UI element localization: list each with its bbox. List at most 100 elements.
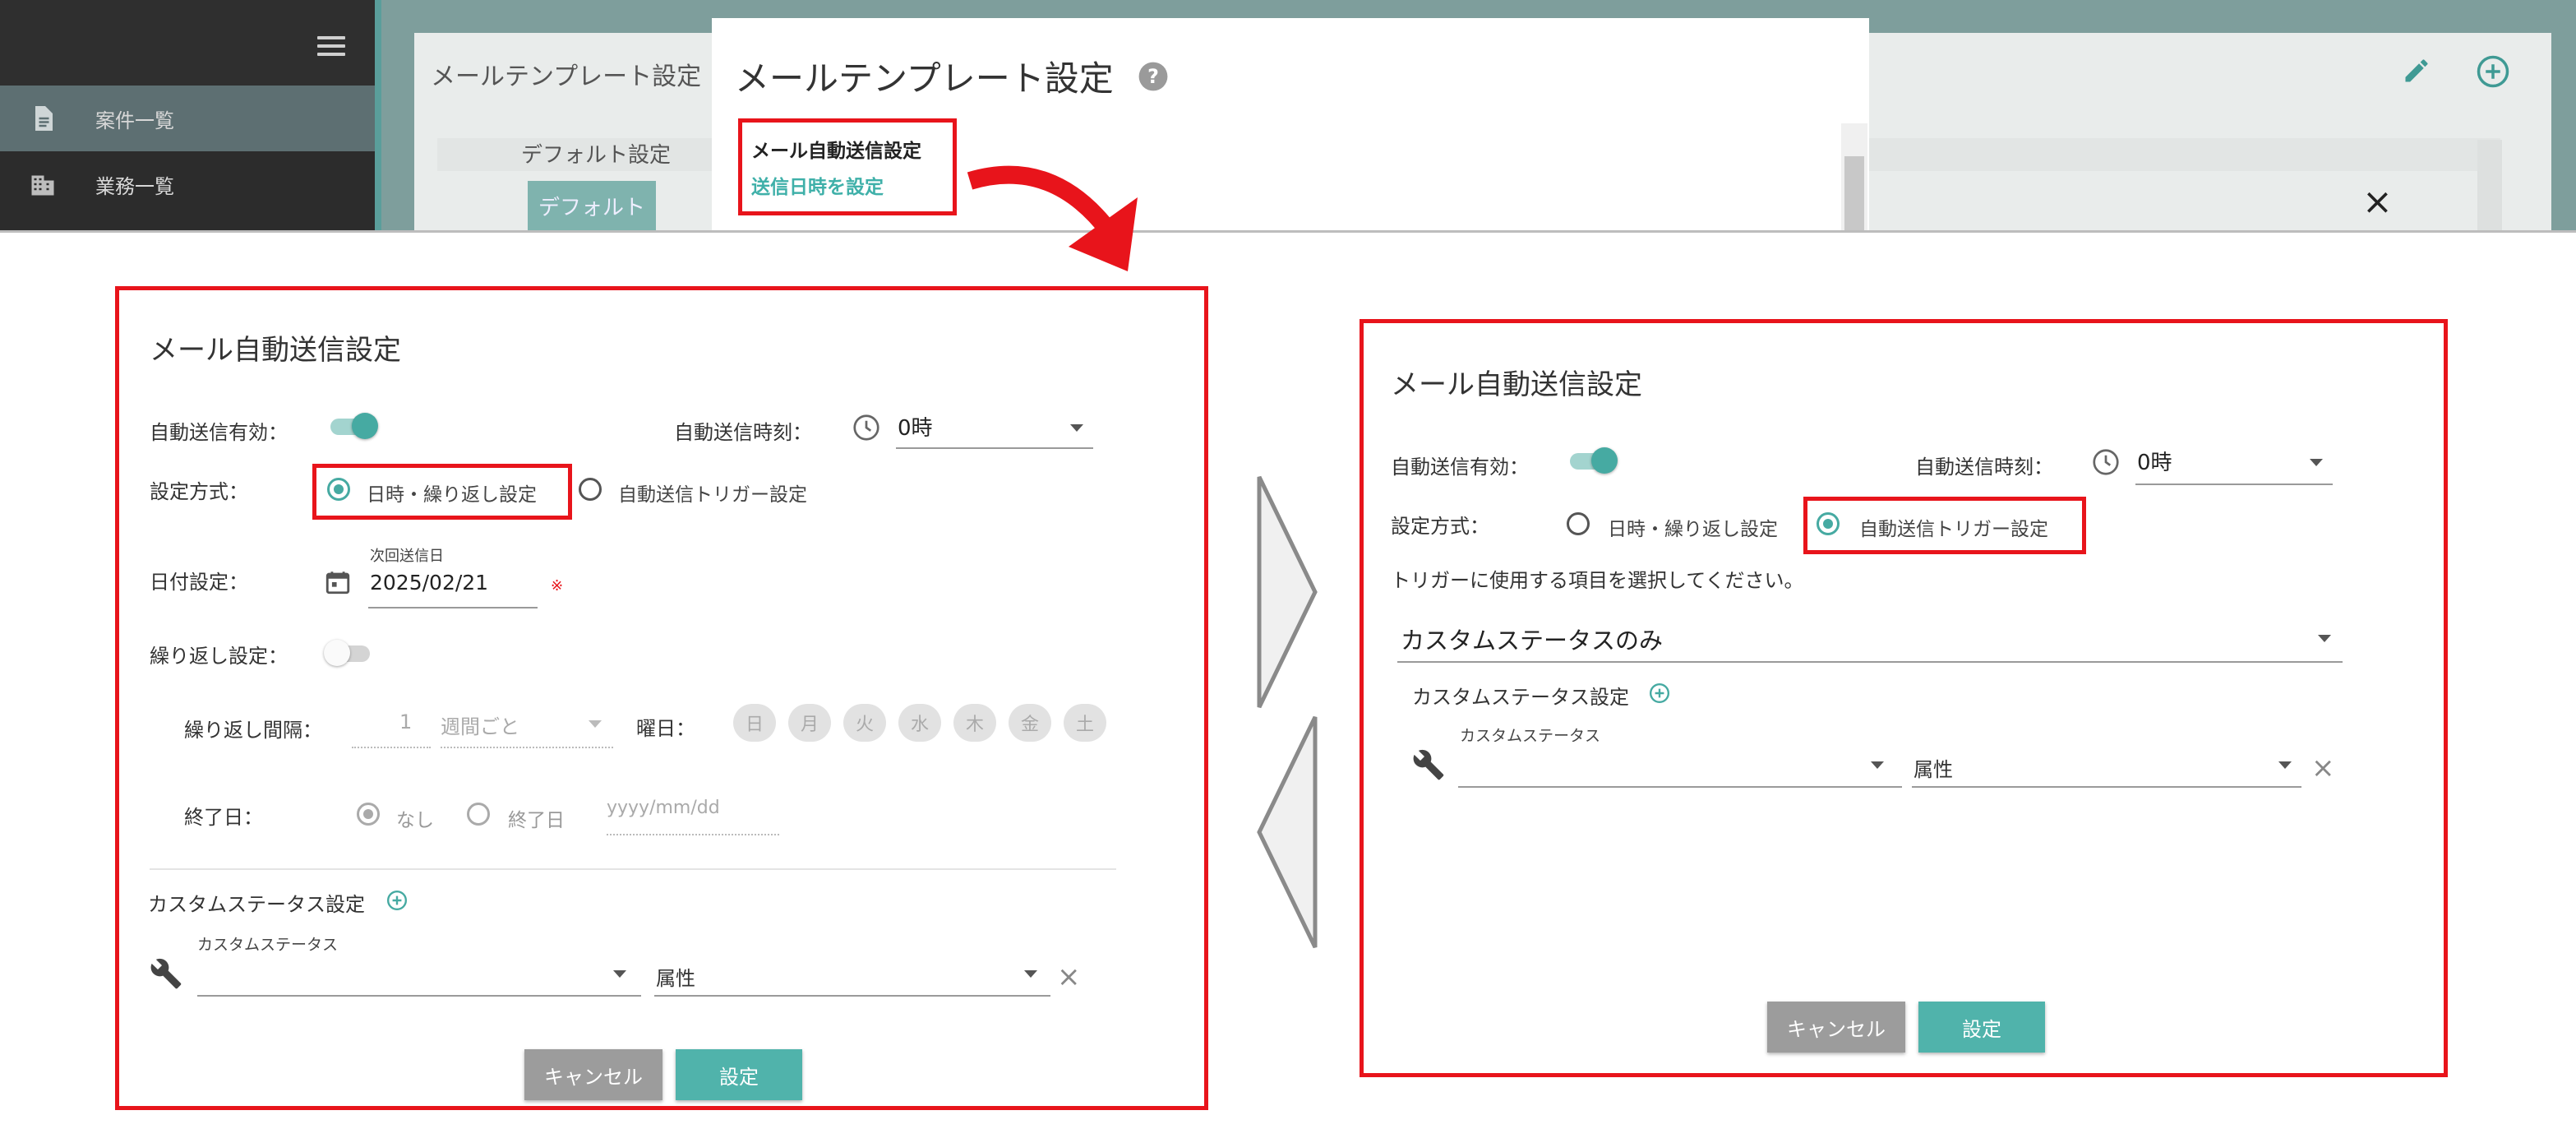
sidebar-item-label: 業務一覧 — [95, 174, 174, 198]
strip-divider — [0, 230, 2576, 233]
trigger-select-underline — [1397, 661, 2343, 663]
custom-status-field-label: カスタムステータス — [1460, 727, 1601, 745]
repeat-interval-label: 繰り返し間隔： — [184, 719, 322, 742]
svg-text:?: ? — [1147, 65, 1159, 88]
close-icon[interactable]: × — [1057, 960, 1081, 993]
time-select-underline — [2135, 484, 2333, 485]
time-select-underline — [896, 447, 1093, 449]
arrow-left-icon — [1257, 715, 1318, 949]
chevron-down-icon[interactable] — [2318, 635, 2331, 642]
auto-send-enabled-label: 自動送信有効： — [150, 421, 288, 444]
chevron-down-icon[interactable] — [613, 970, 626, 978]
attribute-select-underline — [654, 995, 1050, 997]
pencil-icon[interactable] — [2402, 56, 2431, 86]
auto-send-time-value[interactable]: 0時 — [898, 411, 933, 442]
curved-arrow-icon — [967, 165, 1138, 271]
option-trigger-label: 自動送信トリガー設定 — [618, 484, 807, 506]
weekday-label: 曜日： — [636, 717, 695, 740]
next-send-date-label: 次回送信日 — [370, 548, 444, 565]
chevron-down-icon[interactable] — [2278, 761, 2292, 769]
modal-title: メールテンプレート設定 — [735, 58, 1114, 99]
radio-end-none[interactable] — [357, 803, 380, 826]
repeat-interval-input[interactable]: 1 — [399, 710, 412, 733]
repeat-setting-label: 繰り返し設定： — [150, 645, 288, 668]
weekday-fri[interactable]: 金 — [1009, 704, 1051, 742]
custom-status-select-underline[interactable] — [197, 995, 641, 997]
help-icon[interactable]: ? — [1138, 61, 1169, 92]
sidebar-item-cases[interactable]: 案件一覧 — [0, 86, 375, 151]
clock-icon — [852, 413, 881, 442]
sidebar-item-label: 案件一覧 — [95, 109, 174, 132]
next-send-date-input[interactable]: 2025/02/21 — [370, 571, 488, 595]
chevron-down-icon[interactable] — [1070, 424, 1083, 432]
section-divider — [150, 868, 1116, 870]
radio-end-date[interactable] — [467, 803, 490, 826]
chevron-down-icon[interactable] — [1871, 761, 1884, 769]
custom-status-title: カスタムステータス設定 — [1412, 686, 1629, 709]
attribute-select[interactable]: 属性 — [656, 962, 695, 991]
auto-send-time-value[interactable]: 0時 — [2137, 446, 2172, 476]
table-scrollbar[interactable] — [2477, 140, 2502, 232]
method-label: 設定方式： — [150, 480, 248, 503]
cancel-button[interactable]: キャンセル — [1767, 1002, 1905, 1053]
radio-trigger[interactable] — [1817, 512, 1840, 535]
arrow-right-icon — [1257, 475, 1318, 709]
option-datetime-label: 日時・繰り返し設定 — [1608, 519, 1778, 540]
nav-highlight-box — [738, 118, 957, 215]
auto-send-time-label: 自動送信時刻： — [674, 421, 812, 444]
chevron-down-icon[interactable] — [589, 720, 602, 728]
radio-datetime-repeat[interactable] — [327, 478, 350, 501]
weekday-tue[interactable]: 火 — [843, 704, 886, 742]
weekday-sun[interactable]: 日 — [733, 704, 776, 742]
nav-section-title: メール自動送信設定 — [751, 141, 921, 162]
submit-button[interactable]: 設定 — [676, 1049, 802, 1100]
default-column-header: デフォルト設定 — [521, 143, 672, 168]
add-circle-icon[interactable] — [2476, 54, 2510, 89]
clock-icon — [2091, 447, 2121, 477]
custom-status-select-underline[interactable] — [1458, 786, 1902, 788]
weekday-mon[interactable]: 月 — [788, 704, 831, 742]
end-date-label: 終了日： — [184, 806, 263, 829]
hamburger-menu-icon[interactable] — [317, 36, 345, 56]
attribute-select-underline — [1912, 786, 2301, 788]
nav-link-send-datetime[interactable]: 送信日時を設定 — [751, 171, 884, 199]
end-date-underline — [607, 834, 779, 835]
weekday-thu[interactable]: 木 — [953, 704, 996, 742]
auto-send-enabled-toggle[interactable] — [327, 413, 378, 439]
chevron-down-icon[interactable] — [2310, 459, 2323, 466]
end-date-input[interactable]: yyyy/mm/dd — [607, 798, 720, 818]
calendar-icon[interactable] — [324, 567, 352, 597]
sidebar-item-tasks[interactable]: 業務一覧 — [0, 151, 375, 217]
radio-datetime-repeat[interactable] — [1567, 512, 1590, 535]
close-icon[interactable]: × — [2362, 181, 2393, 223]
option-datetime-label: 日時・繰り返し設定 — [367, 484, 537, 506]
repeat-toggle[interactable] — [324, 640, 373, 666]
add-circle-icon[interactable] — [386, 890, 408, 911]
document-icon — [28, 103, 58, 134]
attribute-select[interactable]: 属性 — [1914, 753, 1953, 782]
chevron-down-icon[interactable] — [1024, 970, 1037, 978]
date-setting-label: 日付設定： — [150, 571, 248, 594]
radio-trigger[interactable] — [579, 478, 602, 501]
repeat-unit-select[interactable]: 週間ごと — [441, 710, 519, 739]
building-icon — [28, 169, 58, 200]
auto-send-enabled-label: 自動送信有効： — [1391, 456, 1529, 479]
custom-status-field-label: カスタムステータス — [197, 936, 339, 954]
auto-send-time-label: 自動送信時刻： — [1915, 456, 2053, 479]
wrench-icon — [1412, 748, 1445, 781]
default-button[interactable]: デフォルト — [528, 181, 656, 230]
trigger-select[interactable]: カスタムステータスのみ — [1401, 622, 1663, 656]
end-date-option-label: 終了日 — [508, 810, 565, 831]
panel-title: メール自動送信設定 — [1391, 368, 1642, 401]
close-icon[interactable]: × — [2311, 752, 2335, 784]
weekday-wed[interactable]: 水 — [898, 704, 941, 742]
required-mark: ※ — [551, 577, 564, 595]
date-input-underline — [368, 607, 538, 608]
unit-underline — [441, 747, 613, 748]
modal-scrollbar[interactable] — [1841, 123, 1867, 232]
add-circle-icon[interactable] — [1649, 682, 1670, 704]
submit-button[interactable]: 設定 — [1918, 1002, 2045, 1053]
weekday-sat[interactable]: 土 — [1064, 704, 1106, 742]
cancel-button[interactable]: キャンセル — [524, 1049, 662, 1100]
auto-send-enabled-toggle[interactable] — [1567, 447, 1618, 474]
